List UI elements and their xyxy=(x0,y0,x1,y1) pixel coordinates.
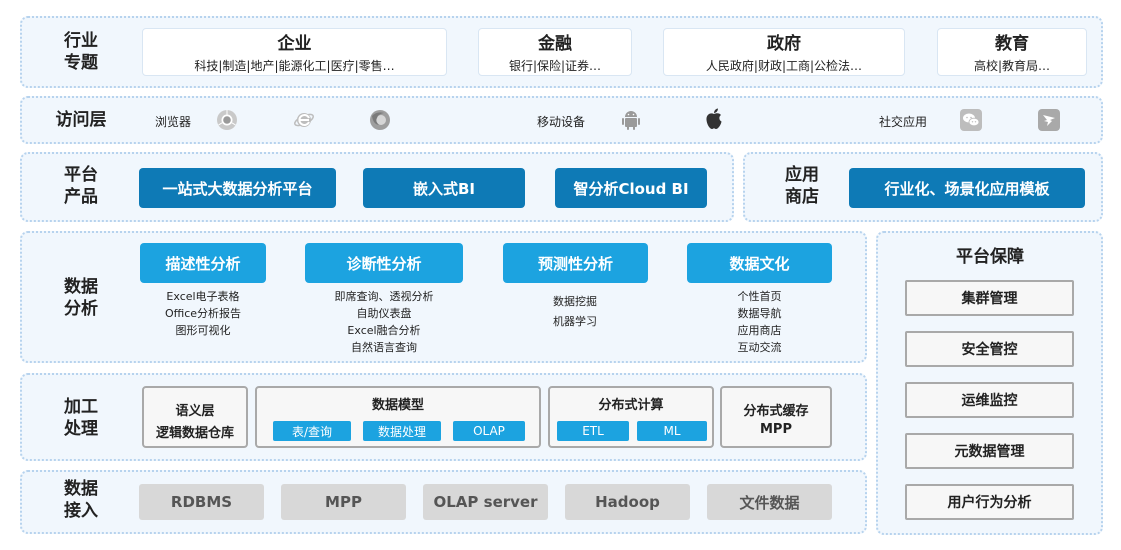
list-item: 图形可视化 xyxy=(175,324,231,337)
android-icon[interactable] xyxy=(620,108,642,132)
platform-product-cloud-bi[interactable]: 智分析Cloud BI xyxy=(555,168,707,208)
dingtalk-icon[interactable] xyxy=(1037,108,1061,132)
industry-card-title: 政府 xyxy=(767,34,801,54)
industry-card-education[interactable]: 教育 高校|教育局… xyxy=(937,28,1087,76)
analysis-descriptive[interactable]: 描述性分析 xyxy=(140,243,266,283)
source-rdbms[interactable]: RDBMS xyxy=(139,484,264,520)
store-template-button[interactable]: 行业化、场景化应用模板 xyxy=(849,168,1085,208)
source-mpp[interactable]: MPP xyxy=(281,484,406,520)
wechat-icon[interactable] xyxy=(959,108,983,132)
platform-label: 平台 产品 xyxy=(64,165,98,207)
social-label: 社交应用 xyxy=(879,115,928,129)
analysis-diagnostic-list: 即席查询、透视分析 自助仪表盘 Excel融合分析 自然语言查询 xyxy=(305,288,463,356)
list-item: 即席查询、透视分析 xyxy=(334,290,434,303)
analysis-data-culture-list: 个性首页 数据导航 应用商店 互动交流 xyxy=(687,288,832,356)
industry-card-title: 教育 xyxy=(995,34,1029,54)
compute-chip-ml[interactable]: ML xyxy=(637,421,707,441)
guarantee-user-behavior-analysis[interactable]: 用户行为分析 xyxy=(905,484,1074,520)
industry-card-sub: 人民政府|财政|工商|公检法… xyxy=(705,59,863,73)
guarantee-ops-monitoring[interactable]: 运维监控 xyxy=(905,382,1074,418)
list-item: 个性首页 xyxy=(737,290,782,303)
industry-label: 行业 专题 xyxy=(64,31,98,73)
source-file-data[interactable]: 文件数据 xyxy=(707,484,832,520)
browser-label: 浏览器 xyxy=(155,115,192,129)
platform-product-bigdata[interactable]: 一站式大数据分析平台 xyxy=(139,168,336,208)
list-item: 数据挖掘 xyxy=(553,295,597,308)
guarantee-cluster-management[interactable]: 集群管理 xyxy=(905,280,1074,316)
industry-card-sub: 科技|制造|地产|能源化工|医疗|零售… xyxy=(194,59,395,73)
data-model-chip-table[interactable]: 表/查询 xyxy=(273,421,351,441)
semantic-layer-box[interactable]: 语义层 逻辑数据仓库 xyxy=(142,386,248,448)
industry-card-title: 企业 xyxy=(277,34,312,54)
platform-product-embedded-bi[interactable]: 嵌入式BI xyxy=(363,168,525,208)
analysis-descriptive-list: Excel电子表格 Office分析报告 图形可视化 xyxy=(140,288,266,339)
access-label: 访问层 xyxy=(55,110,107,130)
list-item: Excel电子表格 xyxy=(166,290,240,303)
industry-card-enterprise[interactable]: 企业 科技|制造|地产|能源化工|医疗|零售… xyxy=(142,28,447,76)
list-item: 应用商店 xyxy=(737,324,782,337)
apple-icon[interactable] xyxy=(703,106,725,132)
list-item: 机器学习 xyxy=(553,315,597,328)
semantic-layer-title: 语义层 xyxy=(175,404,215,419)
list-item: Excel融合分析 xyxy=(347,324,421,337)
list-item: 自助仪表盘 xyxy=(356,307,412,320)
industry-card-government[interactable]: 政府 人民政府|财政|工商|公检法… xyxy=(663,28,905,76)
industry-card-finance[interactable]: 金融 银行|保险|证券… xyxy=(478,28,632,76)
analysis-label: 数据 分析 xyxy=(64,277,98,319)
data-model-chip-olap[interactable]: OLAP xyxy=(453,421,525,441)
source-hadoop[interactable]: Hadoop xyxy=(565,484,690,520)
mobile-label: 移动设备 xyxy=(537,115,586,129)
store-label: 应用 商店 xyxy=(785,165,819,207)
source-olap-server[interactable]: OLAP server xyxy=(423,484,548,520)
distributed-cache-sub: MPP xyxy=(760,422,792,437)
guarantee-security-control[interactable]: 安全管控 xyxy=(905,331,1074,367)
semantic-layer-sub: 逻辑数据仓库 xyxy=(155,426,234,441)
firefox-icon[interactable] xyxy=(368,108,392,132)
analysis-predictive[interactable]: 预测性分析 xyxy=(503,243,648,283)
processing-label: 加工 处理 xyxy=(64,397,98,439)
list-item: 自然语言查询 xyxy=(351,341,417,354)
list-item: Office分析报告 xyxy=(164,307,242,320)
list-item: 互动交流 xyxy=(737,341,782,354)
guarantee-metadata-management[interactable]: 元数据管理 xyxy=(905,433,1074,469)
ingest-label: 数据 接入 xyxy=(64,479,98,521)
distributed-compute-title: 分布式计算 xyxy=(598,398,664,413)
list-item: 数据导航 xyxy=(737,307,782,320)
analysis-predictive-list: 数据挖掘 机器学习 xyxy=(503,292,648,332)
analysis-diagnostic[interactable]: 诊断性分析 xyxy=(305,243,463,283)
ie-icon[interactable] xyxy=(292,108,316,132)
distributed-cache-title: 分布式缓存 xyxy=(743,404,809,419)
distributed-cache-box[interactable]: 分布式缓存 MPP xyxy=(720,386,832,448)
analysis-data-culture[interactable]: 数据文化 xyxy=(687,243,832,283)
guarantee-title: 平台保障 xyxy=(956,247,1024,267)
data-model-title: 数据模型 xyxy=(371,398,424,413)
chrome-icon[interactable] xyxy=(215,108,239,132)
industry-card-sub: 银行|保险|证券… xyxy=(508,59,602,73)
industry-card-title: 金融 xyxy=(538,34,572,54)
compute-chip-etl[interactable]: ETL xyxy=(557,421,629,441)
industry-card-sub: 高校|教育局… xyxy=(973,59,1051,73)
data-model-chip-processing[interactable]: 数据处理 xyxy=(363,421,441,441)
